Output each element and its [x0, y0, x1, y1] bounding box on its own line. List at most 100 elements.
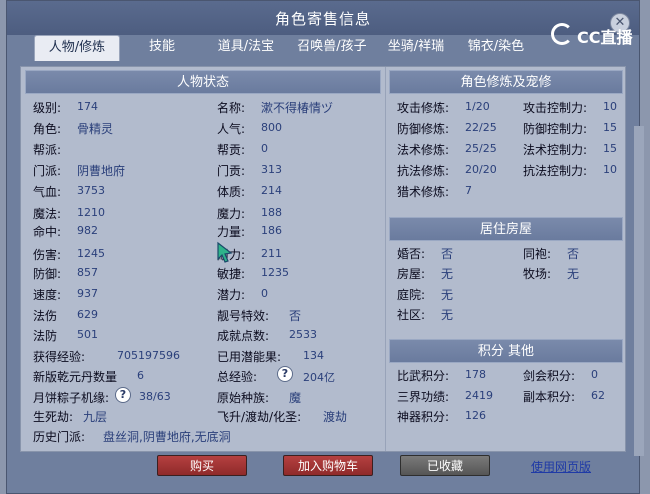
status-label: 体质: — [217, 185, 246, 199]
status-value: 501 — [77, 328, 98, 341]
status-label: 门贡: — [217, 164, 246, 178]
status-value: 313 — [261, 163, 282, 176]
status-value: 38/63 — [139, 390, 171, 403]
points-value: 178 — [465, 368, 486, 381]
status-value: 骨精灵 — [77, 122, 114, 136]
status-value: 800 — [261, 121, 282, 134]
status-label: 气血: — [33, 185, 62, 199]
tab-outfits[interactable]: 锦衣/染色 — [460, 35, 532, 61]
cultivation-label: 防御修炼: — [397, 122, 450, 136]
status-value: 1210 — [77, 206, 105, 219]
column-divider — [385, 67, 386, 451]
status-value: 阴曹地府 — [77, 164, 126, 178]
status-label: 已用潜能果: — [217, 350, 282, 364]
cultivation-value: 10 — [603, 100, 617, 113]
help-icon[interactable]: ? — [277, 366, 293, 382]
status-label: 历史门派: — [33, 430, 86, 444]
status-label: 潜力: — [217, 288, 246, 302]
points-label: 神器积分: — [397, 410, 450, 424]
watermark-brand: CC直播 — [577, 28, 633, 47]
status-value: 盘丝洞,阴曹地府,无底洞 — [103, 430, 231, 444]
housing-value: 无 — [441, 267, 454, 281]
help-icon[interactable]: ? — [115, 387, 131, 403]
status-value: 629 — [77, 308, 98, 321]
mouse-cursor-icon — [217, 241, 233, 263]
status-value: 漱不得椿情ヅ — [261, 101, 334, 115]
status-value: 0 — [261, 287, 268, 300]
status-value: 0 — [261, 142, 268, 155]
housing-label: 房屋: — [397, 267, 426, 281]
cultivation-label: 猎术修炼: — [397, 185, 450, 199]
housing-value: 无 — [567, 267, 580, 281]
housing-label: 婚否: — [397, 247, 426, 261]
status-value: 982 — [77, 224, 98, 237]
status-label: 命中: — [33, 225, 62, 239]
status-label: 法伤 — [33, 309, 58, 323]
cultivation-label: 防御控制力: — [523, 122, 588, 136]
status-value: 937 — [77, 287, 98, 300]
favorited-button[interactable]: 已收藏 — [400, 455, 490, 476]
status-label: 敏捷: — [217, 267, 246, 281]
status-label: 总经验: — [217, 370, 258, 384]
points-value: 62 — [591, 389, 605, 402]
points-label: 三界功绩: — [397, 390, 450, 404]
cultivation-label: 攻击控制力: — [523, 101, 588, 115]
tab-mounts[interactable]: 坐骑/祥瑞 — [380, 35, 452, 61]
housing-label: 庭院: — [397, 288, 426, 302]
cultivation-label: 法术控制力: — [523, 143, 588, 157]
status-value: 186 — [261, 224, 282, 237]
tab-skills[interactable]: 技能 — [132, 35, 192, 61]
status-value: 九层 — [83, 410, 108, 424]
status-label: 伤害: — [33, 248, 62, 262]
status-label: 魔法: — [33, 207, 62, 221]
status-label: 帮贡: — [217, 143, 246, 157]
cultivation-value: 22/25 — [465, 121, 497, 134]
housing-header: 居住房屋 — [389, 217, 623, 241]
buy-button[interactable]: 购买 — [157, 455, 247, 476]
status-value: 6 — [137, 369, 144, 382]
housing-value: 无 — [441, 288, 454, 302]
cultivation-header: 角色修炼及宠修 — [389, 70, 623, 94]
tab-items[interactable]: 道具/法宝 — [210, 35, 282, 61]
status-value: 211 — [261, 247, 282, 260]
points-value: 0 — [591, 368, 598, 381]
scrollbar[interactable] — [634, 126, 644, 456]
status-label: 靓号特效: — [217, 309, 270, 323]
status-label: 新版乾元丹数量 — [33, 370, 118, 384]
use-web-version-link[interactable]: 使用网页版 — [531, 458, 591, 475]
cultivation-value: 7 — [465, 184, 472, 197]
status-value: 857 — [77, 266, 98, 279]
tab-pets[interactable]: 召唤兽/孩子 — [290, 35, 374, 61]
tab-bar: 人物/修炼 技能 道具/法宝 召唤兽/孩子 坐骑/祥瑞 锦衣/染色 — [34, 35, 634, 61]
status-label: 速度: — [33, 288, 62, 302]
status-value: 174 — [77, 100, 98, 113]
status-label: 门派: — [33, 164, 62, 178]
housing-value: 否 — [441, 247, 454, 261]
status-value: 134 — [303, 349, 324, 362]
cultivation-label: 攻击修炼: — [397, 101, 450, 115]
status-label: 名称: — [217, 101, 246, 115]
watermark-logo: CC直播 — [545, 23, 641, 55]
housing-label: 牧场: — [523, 267, 552, 281]
cultivation-value: 20/20 — [465, 163, 497, 176]
points-label: 比武积分: — [397, 369, 450, 383]
points-value: 2419 — [465, 389, 493, 402]
info-panel: 人物状态 角色修炼及宠修 级别: 174 角色: 骨精灵 帮派: 门派: 阴曹地… — [20, 66, 626, 452]
status-label: 角色: — [33, 122, 62, 136]
status-value: 188 — [261, 206, 282, 219]
cultivation-label: 抗法修炼: — [397, 164, 450, 178]
status-label: 月饼粽子机缘: — [33, 391, 110, 405]
points-label: 剑会积分: — [523, 369, 576, 383]
status-value: 渡劫 — [323, 410, 348, 424]
tab-character[interactable]: 人物/修炼 — [34, 35, 120, 61]
status-label: 法防 — [33, 329, 58, 343]
status-header: 人物状态 — [25, 70, 381, 94]
cultivation-label: 抗法控制力: — [523, 164, 588, 178]
status-value: 705197596 — [117, 349, 180, 362]
cultivation-label: 法术修炼: — [397, 143, 450, 157]
status-label: 人气: — [217, 122, 246, 136]
status-value: 2533 — [289, 328, 317, 341]
add-to-cart-button[interactable]: 加入购物车 — [283, 455, 373, 476]
status-label: 成就点数: — [217, 329, 270, 343]
status-value: 204亿 — [303, 371, 335, 384]
